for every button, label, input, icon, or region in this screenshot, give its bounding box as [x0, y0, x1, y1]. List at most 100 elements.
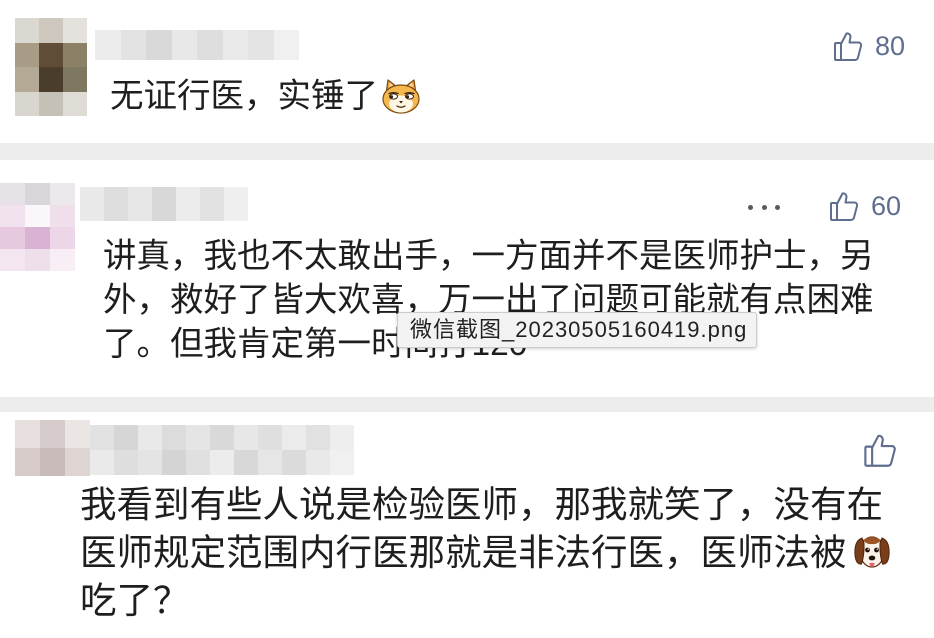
mosaic-tile — [25, 249, 50, 271]
mosaic-tile — [25, 227, 50, 249]
comment-card: 60 讲真，我也不太敢出手，一方面并不是医师护士，另 外，救好了皆大欢喜，万一出… — [0, 160, 934, 397]
mosaic-tile — [65, 420, 90, 448]
mosaic-tile — [65, 448, 90, 476]
mosaic-tile — [63, 18, 87, 43]
mosaic-tile — [25, 205, 50, 227]
mosaic-tile — [306, 450, 330, 475]
commenter-name[interactable] — [90, 425, 354, 475]
comment-list: 80 无证行医，实锤了 60 讲真，我也不太敢出手，一方面并不是医师护士，另 外… — [0, 0, 934, 638]
mosaic-tile — [39, 91, 63, 116]
like-count: 80 — [875, 31, 906, 61]
more-dot — [775, 204, 780, 210]
mosaic-tile — [200, 187, 224, 221]
mosaic-tile — [50, 183, 75, 205]
mosaic-tile — [162, 425, 186, 450]
comment-card: 我看到有些人说是检验医师，那我就笑了，没有在 医师规定范围内行医那就是非法行医，… — [0, 412, 934, 638]
mosaic-tile — [197, 30, 223, 60]
mosaic-tile — [80, 187, 104, 221]
mosaic-tile — [15, 67, 39, 92]
mosaic-tile — [40, 420, 65, 448]
mosaic-tile — [63, 67, 87, 92]
mosaic-tile — [95, 30, 121, 60]
comment-card: 80 无证行医，实锤了 — [0, 0, 934, 143]
mosaic-tile — [273, 30, 299, 60]
dog-emoji-icon — [853, 531, 891, 573]
mosaic-tile — [138, 425, 162, 450]
comment-text: 我看到有些人说是检验医师，那我就笑了，没有在 医师规定范围内行医那就是非法行医，… — [80, 481, 891, 625]
like-button[interactable]: 80 — [833, 30, 905, 62]
mosaic-tile — [282, 425, 306, 450]
mosaic-tile — [210, 450, 234, 475]
mosaic-tile — [39, 18, 63, 43]
commenter-avatar[interactable] — [15, 18, 87, 116]
mosaic-tile — [234, 425, 258, 450]
mosaic-tile — [40, 448, 65, 476]
thumbs-up-icon — [833, 30, 863, 62]
mosaic-tile — [224, 187, 248, 221]
mosaic-tile — [0, 205, 25, 227]
mosaic-tile — [162, 450, 186, 475]
mosaic-tile — [63, 42, 87, 67]
mosaic-tile — [282, 450, 306, 475]
more-dots-icon[interactable] — [748, 198, 780, 216]
mosaic-tile — [50, 227, 75, 249]
mosaic-tile — [210, 425, 234, 450]
mosaic-tile — [114, 425, 138, 450]
like-button[interactable] — [863, 432, 897, 468]
mosaic-tile — [330, 425, 354, 450]
mosaic-tile — [90, 425, 114, 450]
thumbs-up-icon — [863, 432, 897, 468]
comment-text: 无证行医，实锤了 — [110, 78, 422, 117]
mosaic-tile — [146, 30, 172, 60]
like-button[interactable]: 60 — [829, 190, 901, 222]
mosaic-tile — [0, 227, 25, 249]
comment-text-segment: 无证行医，实锤了 — [110, 78, 378, 115]
mosaic-tile — [222, 30, 248, 60]
mosaic-tile — [50, 249, 75, 271]
mosaic-tile — [248, 30, 274, 60]
mosaic-tile — [306, 425, 330, 450]
mosaic-tile — [39, 67, 63, 92]
mosaic-tile — [104, 187, 128, 221]
commenter-avatar[interactable] — [15, 420, 90, 476]
mosaic-tile — [15, 42, 39, 67]
mosaic-tile — [258, 425, 282, 450]
comment-text-line: 医师规定范围内行医那就是非法行医，医师法被 — [80, 529, 891, 577]
mosaic-tile — [63, 91, 87, 116]
mosaic-tile — [186, 425, 210, 450]
mosaic-tile — [25, 183, 50, 205]
comment-text-segment: 医师规定范围内行医那就是非法行医，医师法被 — [80, 532, 847, 573]
commenter-avatar[interactable] — [0, 183, 75, 271]
smug-cat-emoji-icon — [380, 77, 422, 115]
mosaic-tile — [114, 450, 138, 475]
mosaic-tile — [234, 450, 258, 475]
mosaic-tile — [15, 448, 40, 476]
filename-tooltip: 微信截图_20230505160419.png — [397, 312, 757, 348]
mosaic-tile — [176, 187, 200, 221]
mosaic-tile — [128, 187, 152, 221]
mosaic-tile — [15, 91, 39, 116]
mosaic-tile — [330, 450, 354, 475]
thumbs-up-icon — [829, 190, 859, 222]
comment-text-line: 讲真，我也不太敢出手，一方面并不是医师护士，另 — [103, 238, 874, 275]
more-dot — [748, 204, 753, 210]
mosaic-tile — [50, 205, 75, 227]
commenter-name[interactable] — [95, 30, 299, 60]
like-count: 60 — [871, 191, 902, 221]
more-dot — [761, 204, 767, 210]
mosaic-tile — [15, 18, 39, 43]
mosaic-tile — [15, 420, 40, 448]
mosaic-tile — [171, 30, 197, 60]
mosaic-tile — [138, 450, 162, 475]
mosaic-tile — [0, 183, 25, 205]
mosaic-tile — [152, 187, 176, 221]
mosaic-tile — [39, 42, 63, 67]
commenter-name[interactable] — [80, 187, 248, 221]
comment-text-line: 吃了？ — [80, 580, 190, 621]
comment-text-line: 无证行医，实锤了 — [110, 78, 422, 117]
mosaic-tile — [0, 249, 25, 271]
mosaic-tile — [90, 450, 114, 475]
mosaic-tile — [258, 450, 282, 475]
mosaic-tile — [120, 30, 146, 60]
mosaic-tile — [186, 450, 210, 475]
